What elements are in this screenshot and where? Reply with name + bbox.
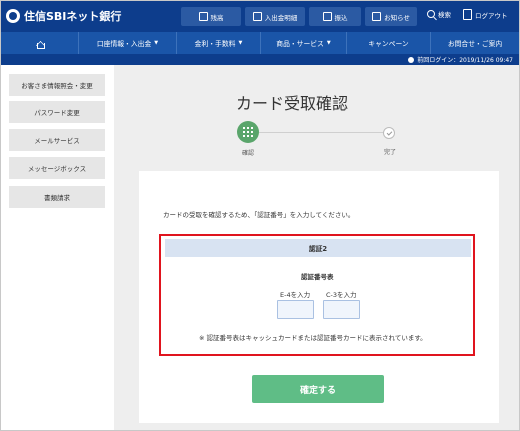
main-nav: 口座情報・入出金 ▼ 金利・手数料 ▼ 商品・サービス ▼ キャンペーン お問合せ・ご… [1,32,519,54]
nav-campaign-label: キャンペーン [368,40,409,48]
balance-button[interactable]: 残高 [181,7,241,26]
search-label: 検索 [438,11,451,19]
balance-button-label: 残高 [210,13,224,22]
statement-button-label: 入出金明細 [264,13,298,22]
keypad-icon [243,127,253,137]
home-icon [35,39,45,49]
confirm-button[interactable]: 確定する [252,375,384,403]
sidebar-item-mail-service[interactable]: メールサービス [9,129,105,151]
mail-icon [372,12,382,21]
status-bar: 前回ログイン：2019/11/26 09:47 [1,54,519,65]
logout-label: ログアウト [475,11,508,20]
search-link[interactable]: 検索 [427,9,451,19]
transfer-button-label: 振込 [334,13,348,22]
caret-down-icon: ▼ [326,40,331,46]
nav-contact-label: お問合せ・ご案内 [447,40,503,48]
sidebar-item-password[interactable]: パスワード変更 [9,101,105,123]
transfer-icon [322,12,332,21]
caret-down-icon: ▼ [154,40,159,46]
caret-down-icon: ▼ [238,40,243,46]
last-login-text: 前回ログイン：2019/11/26 09:47 [417,57,513,64]
sidebar-item-documents[interactable]: 書類請求 [9,186,105,208]
field-label-e4: E-4を入力 [280,291,311,299]
nav-contact[interactable]: お問合せ・ご案内 [431,32,519,54]
phone-icon [198,12,208,21]
bank-logo[interactable]: 住信SBIネット銀行 [6,8,121,24]
auth-note: ※ 認証番号表はキャッシュカードまたは認証番号カードに表示されています。 [199,334,427,342]
sidebar-item-customer-info[interactable]: お客さま情報照会・変更 [9,74,105,96]
statement-icon [252,12,262,21]
nav-account[interactable]: 口座情報・入出金 ▼ [79,32,177,54]
nav-campaign[interactable]: キャンペーン [347,32,431,54]
step-complete-label: 完了 [384,149,397,156]
step-confirm-label: 確認 [242,150,255,157]
clock-icon [408,56,415,63]
search-icon [427,10,435,18]
nav-rates-label: 金利・手数料 [194,40,236,48]
intro-text: カードの受取を確認するため、「認証番号」を入力してください。 [163,211,355,219]
check-icon [386,129,392,136]
logo-icon [6,9,20,23]
nav-account-label: 口座情報・入出金 [96,40,152,48]
top-bar: 住信SBIネット銀行 残高 入出金明細 振込 お知らせ 検索 ログアウト [1,1,519,32]
transfer-button[interactable]: 振込 [309,7,361,26]
page-title: カード受取確認 [236,94,349,113]
notice-button[interactable]: お知らせ [365,7,417,26]
statement-button[interactable]: 入出金明細 [245,7,305,26]
logout-link[interactable]: ログアウト [463,9,508,20]
browser-frame: 住信SBIネット銀行 残高 入出金明細 振込 お知らせ 検索 ログアウト 口座情… [0,0,520,431]
notice-button-label: お知らせ [384,13,410,22]
sidebar-item-label: 書類請求 [44,194,70,202]
step-confirm-marker [237,121,259,143]
logout-icon [463,9,472,20]
sidebar-item-label: メッセージボックス [27,165,87,173]
auth-heading: 認証2 [165,239,471,257]
stepper-line [248,132,388,133]
sidebar-item-label: メールサービス [34,137,80,145]
sidebar-item-message-box[interactable]: メッセージボックス [9,157,105,179]
step-complete-marker [383,127,395,139]
sidebar-item-label: お客さま情報照会・変更 [21,82,93,90]
field-label-c3: C-3を入力 [326,291,357,299]
last-login: 前回ログイン：2019/11/26 09:47 [408,55,513,64]
auth-input-e4[interactable] [277,300,314,319]
auth-subheading: 認証番号表 [301,273,334,281]
nav-products-label: 商品・サービス [276,40,324,48]
nav-products[interactable]: 商品・サービス ▼ [261,32,347,54]
auth-input-c3[interactable] [323,300,360,319]
sidebar-item-label: パスワード変更 [34,109,80,117]
nav-home[interactable] [1,32,79,54]
logo-text: 住信SBIネット銀行 [24,10,122,23]
nav-rates[interactable]: 金利・手数料 ▼ [177,32,261,54]
